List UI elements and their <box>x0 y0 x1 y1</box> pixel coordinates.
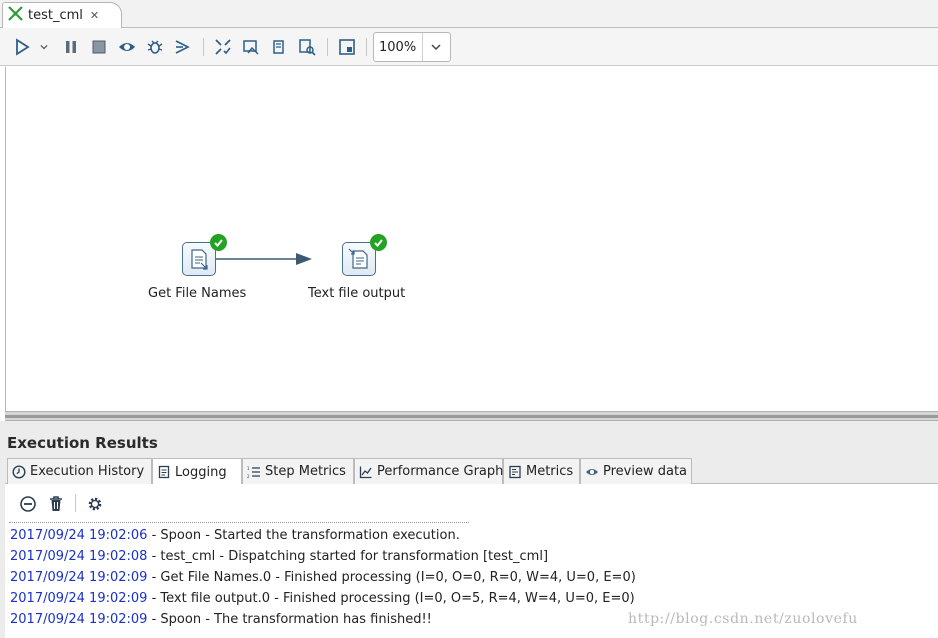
preview-icon[interactable] <box>117 37 137 57</box>
tab-label: Execution History <box>30 464 145 479</box>
tab-execution-history[interactable]: Execution History <box>7 458 152 484</box>
svg-text:1: 1 <box>247 466 250 471</box>
tab-title: test_cml <box>28 8 83 23</box>
toolbar-separator <box>203 38 204 56</box>
metrics-icon <box>509 465 521 478</box>
log-line: 2017/09/24 19:02:08 - test_cml - Dispatc… <box>10 549 549 564</box>
tab-label: Performance Graph <box>377 464 504 479</box>
toolbar-separator <box>327 38 328 56</box>
execution-results-title: Execution Results <box>7 434 158 452</box>
transformation-icon <box>8 6 23 25</box>
step-label: Get File Names <box>148 286 247 301</box>
run-options-icon[interactable] <box>37 37 51 57</box>
tab-label: Step Metrics <box>265 464 346 479</box>
log-line: 2017/09/24 19:02:09 - Get File Names.0 -… <box>10 570 636 585</box>
transformation-canvas[interactable]: Get File Names Text file output <box>5 67 938 411</box>
zoom-select[interactable]: 100% <box>373 32 451 62</box>
tab-metrics[interactable]: Metrics <box>503 458 580 484</box>
step-finished-check-icon <box>210 234 227 251</box>
results-tab-bar: Execution History Logging 12 Step Metric… <box>5 458 938 485</box>
debug-icon[interactable] <box>145 37 165 57</box>
tab-label: Preview data <box>603 464 688 479</box>
run-icon[interactable] <box>12 37 32 57</box>
impact-icon[interactable] <box>241 37 261 57</box>
step-label: Text file output <box>308 286 406 301</box>
step-finished-check-icon <box>370 234 387 251</box>
tab-label: Metrics <box>526 464 574 479</box>
replay-icon[interactable] <box>172 37 192 57</box>
tab-performance-graph[interactable]: Performance Graph <box>354 458 503 484</box>
explore-db-icon[interactable] <box>297 37 317 57</box>
toolbar-separator <box>366 38 367 56</box>
pane-splitter[interactable] <box>5 411 938 421</box>
editor-tab-strip: test_cml ✕ <box>0 0 938 28</box>
stop-icon[interactable] <box>89 37 109 57</box>
log-settings-gear-icon[interactable] <box>85 494 105 514</box>
close-tab-icon[interactable]: ✕ <box>90 9 99 22</box>
tab-preview-data[interactable]: Preview data <box>580 458 692 484</box>
log-icon <box>158 465 170 479</box>
zoom-value: 100% <box>379 39 417 55</box>
text-file-output-icon <box>348 248 368 269</box>
tab-step-metrics[interactable]: 12 Step Metrics <box>242 458 354 484</box>
tab-logging[interactable]: Logging <box>152 458 242 485</box>
tab-test-cml[interactable]: test_cml ✕ <box>2 2 122 28</box>
logging-toolbar <box>5 484 938 522</box>
line-graph-icon <box>359 466 372 478</box>
toolbar-separator <box>75 494 76 512</box>
log-line-partial <box>9 522 469 523</box>
get-file-names-icon <box>191 249 208 270</box>
clear-log-icon[interactable] <box>18 494 38 514</box>
clock-icon <box>12 464 26 479</box>
log-line: 2017/09/24 19:02:06 - Spoon - Started th… <box>10 528 460 543</box>
tab-label: Logging <box>175 464 227 480</box>
hop-arrow[interactable] <box>6 67 938 411</box>
log-line: 2017/09/24 19:02:09 - Spoon - The transf… <box>10 612 432 627</box>
eye-icon <box>586 468 598 475</box>
list-numbered-icon: 12 <box>247 466 260 479</box>
verify-icon[interactable] <box>213 37 233 57</box>
chevron-down-icon[interactable] <box>421 33 450 61</box>
svg-text:2: 2 <box>247 474 250 479</box>
trash-icon[interactable] <box>46 494 66 514</box>
sql-icon[interactable] <box>269 37 289 57</box>
log-line: 2017/09/24 19:02:09 - Text file output.0… <box>10 591 635 606</box>
pause-icon[interactable] <box>61 37 81 57</box>
transformation-toolbar: 100% <box>0 28 938 66</box>
show-results-icon[interactable] <box>337 37 357 57</box>
watermark: http://blog.csdn.net/zuolovefu <box>628 611 858 627</box>
